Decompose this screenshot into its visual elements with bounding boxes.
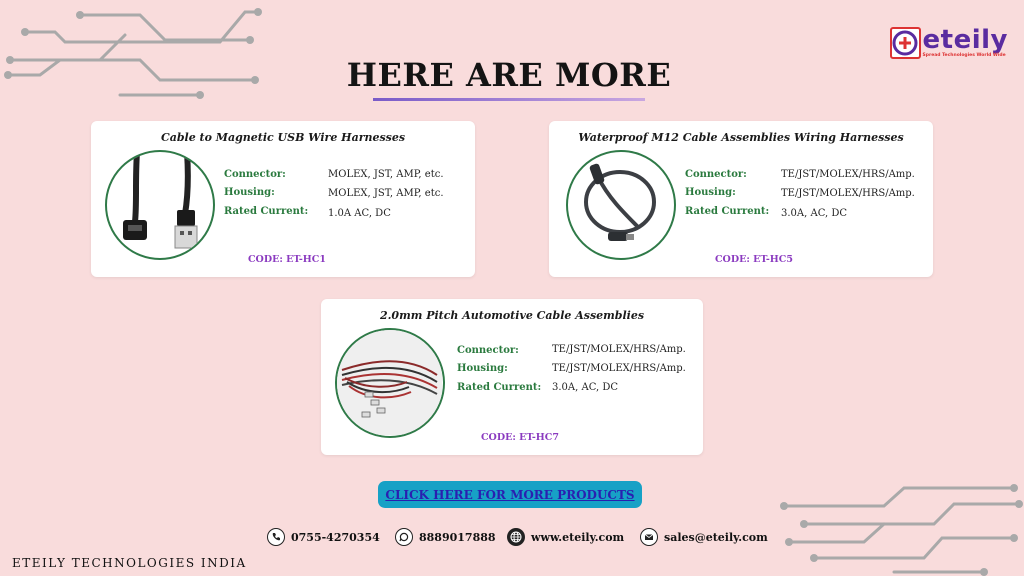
product-card-et-hc1[interactable]: Cable to Magnetic USB Wire Harnesses Con… <box>91 121 475 277</box>
whatsapp-icon <box>395 528 413 546</box>
usb-cable-image <box>105 150 215 260</box>
connector-label: Connector: <box>685 169 747 180</box>
footer-company-name: ETEILY TECHNOLOGIES INDIA <box>12 556 247 570</box>
rated-current-value: 1.0A AC, DC <box>328 208 391 219</box>
housing-label: Housing: <box>224 187 275 198</box>
rated-current-label: Rated Current: <box>685 206 770 217</box>
contact-website[interactable]: www.eteily.com <box>507 527 624 547</box>
housing-value: TE/JST/MOLEX/HRS/Amp. <box>552 363 686 374</box>
product-title: Cable to Magnetic USB Wire Harnesses <box>160 131 406 144</box>
phone-number: 0755-4270354 <box>291 530 380 544</box>
connector-label: Connector: <box>457 345 519 356</box>
mail-icon <box>640 528 658 546</box>
rated-current-label: Rated Current: <box>224 206 309 217</box>
email-address[interactable]: sales@eteily.com <box>664 531 768 544</box>
connector-value: TE/JST/MOLEX/HRS/Amp. <box>781 169 915 180</box>
product-title: 2.0mm Pitch Automotive Cable Assemblies <box>379 309 645 322</box>
connector-label: Connector: <box>224 169 286 180</box>
circuit-decoration-bottom-right <box>780 484 1023 576</box>
product-code: CODE: ET-HC5 <box>715 254 793 265</box>
rated-current-value: 3.0A, AC, DC <box>781 208 848 219</box>
housing-label: Housing: <box>685 187 736 198</box>
housing-value: MOLEX, JST, AMP, etc. <box>328 188 444 199</box>
rated-current-label: Rated Current: <box>457 382 542 393</box>
product-card-et-hc5[interactable]: Waterproof M12 Cable Assemblies Wiring H… <box>549 121 933 277</box>
rated-current-value: 3.0A, AC, DC <box>552 382 619 393</box>
housing-label: Housing: <box>457 363 508 374</box>
logo-wordmark: eteily <box>922 25 1008 55</box>
automotive-cable-image <box>335 328 445 438</box>
contact-phone[interactable]: 0755-4270354 <box>267 527 380 547</box>
brand-logo[interactable]: eteily Spread Technologies World Wide <box>890 26 1008 60</box>
globe-icon <box>507 528 525 546</box>
housing-value: TE/JST/MOLEX/HRS/Amp. <box>781 188 915 199</box>
product-title: Waterproof M12 Cable Assemblies Wiring H… <box>578 131 904 144</box>
contact-whatsapp[interactable]: 8889017888 <box>395 527 496 547</box>
website-link[interactable]: www.eteily.com <box>531 531 624 544</box>
logo-icon <box>890 27 921 59</box>
page-title: HERE ARE MORE <box>346 56 672 94</box>
product-card-et-hc7[interactable]: 2.0mm Pitch Automotive Cable Assemblies … <box>321 299 703 455</box>
whatsapp-number: 8889017888 <box>419 530 496 544</box>
phone-icon <box>267 528 285 546</box>
connector-value: TE/JST/MOLEX/HRS/Amp. <box>552 344 686 355</box>
product-code: CODE: ET-HC7 <box>481 432 559 443</box>
more-products-button[interactable]: CLICK HERE FOR MORE PRODUCTS <box>378 481 642 508</box>
product-code: CODE: ET-HC1 <box>248 254 326 265</box>
contact-email[interactable]: sales@eteily.com <box>640 527 768 547</box>
title-underline <box>373 98 645 101</box>
connector-value: MOLEX, JST, AMP, etc. <box>328 169 444 180</box>
m12-cable-image <box>566 150 676 260</box>
more-products-link[interactable]: CLICK HERE FOR MORE PRODUCTS <box>385 488 634 502</box>
